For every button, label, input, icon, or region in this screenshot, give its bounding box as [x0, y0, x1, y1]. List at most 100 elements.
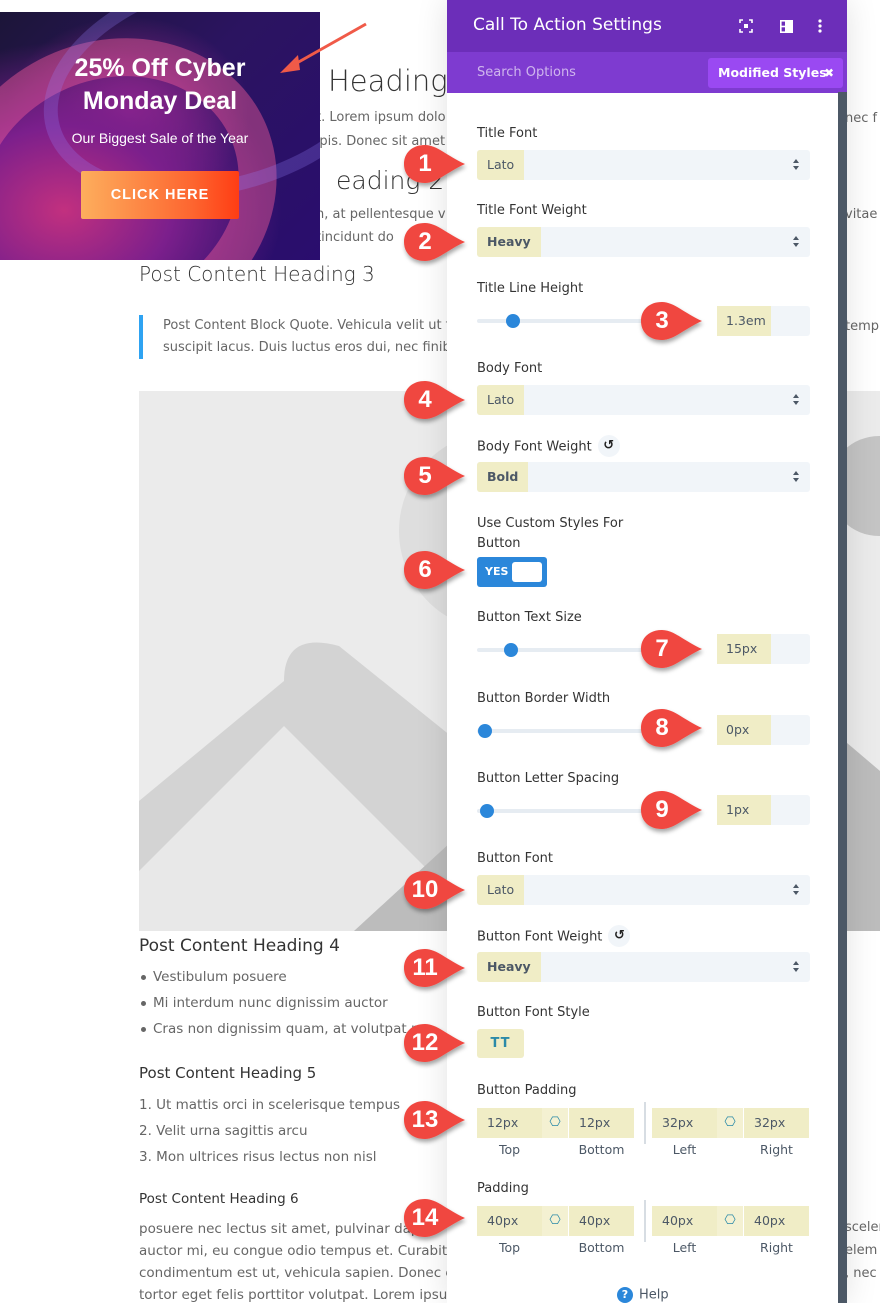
toggle-knob [512, 562, 542, 582]
button-letter-spacing-input[interactable]: 1px [717, 795, 810, 825]
title-line-height-input[interactable]: 1.3em [717, 306, 810, 336]
filter-label: Modified Styles [718, 65, 827, 80]
body-font-weight-select[interactable]: Bold [477, 462, 810, 492]
side-label: Bottom [578, 1142, 625, 1157]
button-letter-spacing-label: Button Letter Spacing [477, 771, 620, 786]
button-font-label: Button Font [477, 851, 553, 866]
button-letter-spacing-slider[interactable] [477, 804, 667, 818]
help-link[interactable]: ? Help [617, 1287, 669, 1303]
modified-styles-filter[interactable]: Modified Styles ✖ [708, 58, 843, 88]
uppercase-style-button[interactable]: TT [477, 1029, 524, 1058]
button-text-size-input[interactable]: 15px [717, 634, 810, 664]
reset-icon[interactable]: ↺ [608, 925, 631, 947]
select-value: Heavy [477, 227, 541, 257]
cta-button[interactable]: CLICK HERE [81, 171, 239, 219]
padding-top-input[interactable]: 40px [477, 1206, 542, 1236]
paragraph-fragment: sceler [845, 1220, 880, 1235]
callout-marker: 5 [403, 456, 465, 496]
callout-number: 11 [412, 954, 438, 981]
padding-bottom-input[interactable]: 40px [569, 1206, 634, 1236]
callout-marker: 3 [640, 301, 702, 341]
list-item: Cras non dignissim quam, at volutpat m [139, 1018, 424, 1044]
annotation-arrow-icon [280, 22, 367, 73]
link-icon[interactable]: ⎔ [717, 1206, 743, 1236]
padding-side-labels: Top Bottom Left Right [477, 1240, 810, 1256]
padding-right-input[interactable]: 40px [744, 1206, 809, 1236]
custom-button-styles-toggle[interactable]: YES [477, 557, 547, 587]
callout-number: 8 [655, 714, 669, 741]
select-value: Bold [477, 462, 529, 492]
block-quote: Post Content Block Quote. Vehicula velit… [139, 315, 459, 359]
callout-number: 5 [418, 462, 432, 489]
custom-button-styles-label: Use Custom Styles For Button [477, 514, 623, 554]
button-padding-label: Button Padding [477, 1083, 577, 1098]
slider-track[interactable] [477, 729, 667, 733]
padding-top-input[interactable]: 12px [477, 1108, 542, 1138]
link-icon[interactable]: ⎔ [717, 1108, 743, 1138]
title-font-weight-label: Title Font Weight [477, 203, 587, 218]
button-font-select[interactable]: Lato [477, 875, 810, 905]
select-value: Heavy [477, 952, 541, 982]
select-value: Lato [477, 150, 525, 180]
modal-scrollbar[interactable] [838, 92, 847, 1303]
callout-marker: 6 [403, 550, 465, 590]
paragraph-fragment: tempu [845, 319, 880, 334]
button-border-width-input[interactable]: 0px [717, 715, 810, 745]
modal-title: Call To Action Settings [473, 15, 662, 35]
input-value: 1px [717, 795, 771, 825]
button-font-weight-select[interactable]: Heavy [477, 952, 810, 982]
select-arrows-icon [793, 471, 800, 483]
side-label: Top [498, 1240, 521, 1255]
title-font-weight-select[interactable]: Heavy [477, 227, 810, 257]
post-heading-3: Post Content Heading 3 [139, 262, 375, 286]
toggle-label: YES [485, 565, 509, 578]
label-text: Button Font Weight [477, 929, 603, 945]
select-arrows-icon [793, 884, 800, 896]
title-font-select[interactable]: Lato [477, 150, 810, 180]
paragraph-fragment: tincidunt do [316, 230, 394, 245]
callout-marker: 1 [403, 144, 465, 184]
body-font-select[interactable]: Lato [477, 385, 810, 415]
input-value: 0px [717, 715, 771, 745]
paragraph-line: tortor eget felis porttitor volutpat. Lo… [139, 1287, 459, 1303]
reset-icon[interactable]: ↺ [597, 435, 620, 457]
padding-bottom-input[interactable]: 12px [569, 1108, 634, 1138]
callout-marker: 12 [403, 1023, 465, 1063]
search-options-input[interactable] [477, 65, 677, 80]
callout-number: 7 [655, 635, 669, 662]
paragraph-fragment: t. Lorem ipsum dolo [316, 110, 446, 125]
slider-thumb[interactable] [477, 724, 492, 738]
cta-title-line: Monday Deal [82, 87, 238, 115]
more-options-icon[interactable] [809, 15, 831, 37]
select-arrows-icon [793, 394, 800, 406]
list-item: 3. Mon ultrices risus lectus non nisl [139, 1149, 377, 1165]
callout-marker: 8 [640, 708, 702, 748]
expand-icon[interactable] [735, 15, 757, 37]
slider-thumb[interactable] [504, 643, 519, 657]
link-icon[interactable]: ⎔ [542, 1206, 568, 1236]
link-icon[interactable]: ⎔ [542, 1108, 568, 1138]
slider-thumb[interactable] [479, 804, 494, 818]
slider-track[interactable] [477, 809, 667, 813]
callout-marker: 13 [403, 1100, 465, 1140]
select-arrows-icon [793, 961, 800, 973]
title-line-height-slider[interactable] [477, 314, 667, 328]
help-label: Help [639, 1287, 669, 1303]
label-text: Body Font Weight [477, 439, 592, 455]
padding-right-input[interactable]: 32px [744, 1108, 809, 1138]
divider [644, 1102, 646, 1144]
label-line: Button [477, 536, 521, 551]
button-text-size-slider[interactable] [477, 643, 667, 657]
padding-left-input[interactable]: 40px [652, 1206, 717, 1236]
padding-left-input[interactable]: 32px [652, 1108, 717, 1138]
cta-preview[interactable]: 25% Off Cyber Monday Deal Our Biggest Sa… [0, 12, 320, 260]
side-label: Right [760, 1142, 793, 1157]
title-line-height-label: Title Line Height [477, 281, 584, 296]
cta-title: 25% Off Cyber Monday Deal [0, 52, 320, 118]
close-filter-icon[interactable]: ✖ [824, 58, 834, 88]
select-arrows-icon [793, 236, 800, 248]
button-border-width-slider[interactable] [477, 724, 667, 738]
split-view-icon[interactable] [775, 15, 797, 37]
slider-thumb[interactable] [506, 314, 521, 328]
callout-marker: 11 [403, 948, 465, 988]
